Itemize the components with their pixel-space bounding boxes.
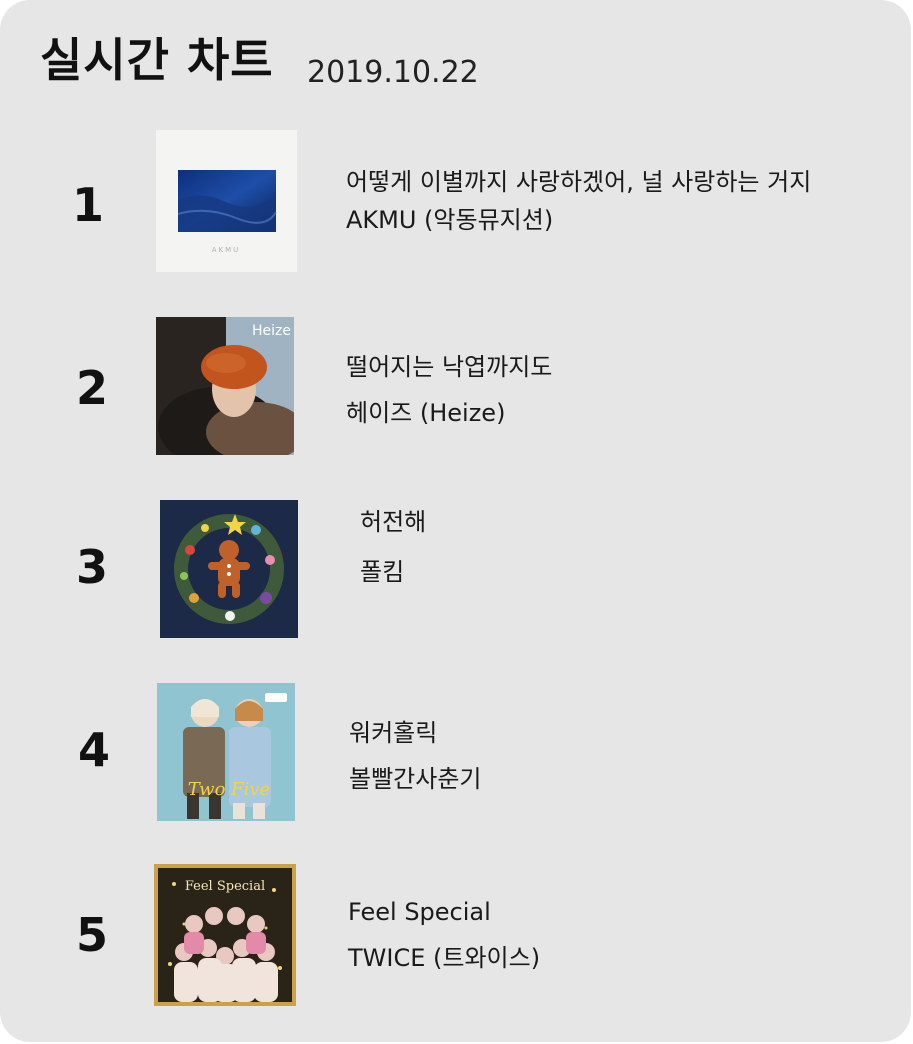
svg-text:AKMU: AKMU	[212, 246, 241, 254]
song-title[interactable]: 허전해	[360, 506, 426, 538]
chart-date: 2019.10.22	[307, 55, 479, 90]
album-cover[interactable]: Two Five	[157, 683, 295, 821]
chart-row-1[interactable]: 1 AKMU 어떻게 이별까지 사랑하겠어, 널 사랑하는 거지 AKMU (악…	[0, 130, 911, 272]
song-title[interactable]: 떨어지는 낙엽까지도	[346, 351, 552, 383]
chart-row-3[interactable]: 3 허전해 폴킴	[0, 500, 911, 638]
chart-card: 실시간 차트 2019.10.22 1 AKMU 어떻게 이별까지 사랑하겠어,…	[0, 0, 911, 1042]
page-title: 실시간 차트	[40, 33, 274, 87]
artist-name[interactable]: 폴킴	[360, 556, 404, 588]
album-cover[interactable]: Feel Special	[154, 864, 296, 1006]
chart-row-5[interactable]: 5 Feel Special Feel Special TWICE (트와이스)	[0, 864, 911, 1006]
artist-name[interactable]: AKMU (악동뮤지션)	[346, 204, 553, 236]
album-cover[interactable]: Heize	[156, 317, 294, 455]
rank-number: 1	[71, 178, 104, 232]
svg-text:Feel Special: Feel Special	[185, 879, 265, 894]
song-title[interactable]: 워커홀릭	[349, 717, 437, 749]
artist-name[interactable]: 볼빨간사춘기	[349, 763, 481, 795]
rank-number: 2	[75, 361, 108, 415]
chart-row-2[interactable]: 2 Heize 떨어지는 낙엽까지도 헤이즈 (Heize)	[0, 317, 911, 455]
album-cover[interactable]	[160, 500, 298, 638]
artist-name[interactable]: 헤이즈 (Heize)	[346, 397, 505, 429]
rank-number: 4	[77, 723, 110, 777]
svg-text:Two Five: Two Five	[188, 779, 270, 800]
artist-name[interactable]: TWICE (트와이스)	[348, 942, 540, 974]
rank-number: 5	[75, 908, 108, 962]
chart-row-4[interactable]: 4 Two Five 워커홀릭 볼빨간사춘기	[0, 683, 911, 821]
song-title[interactable]: 어떻게 이별까지 사랑하겠어, 널 사랑하는 거지	[346, 166, 811, 198]
album-cover[interactable]: AKMU	[156, 130, 297, 272]
song-title[interactable]: Feel Special	[348, 896, 491, 928]
svg-text:Heize: Heize	[252, 323, 291, 339]
rank-number: 3	[75, 540, 108, 594]
